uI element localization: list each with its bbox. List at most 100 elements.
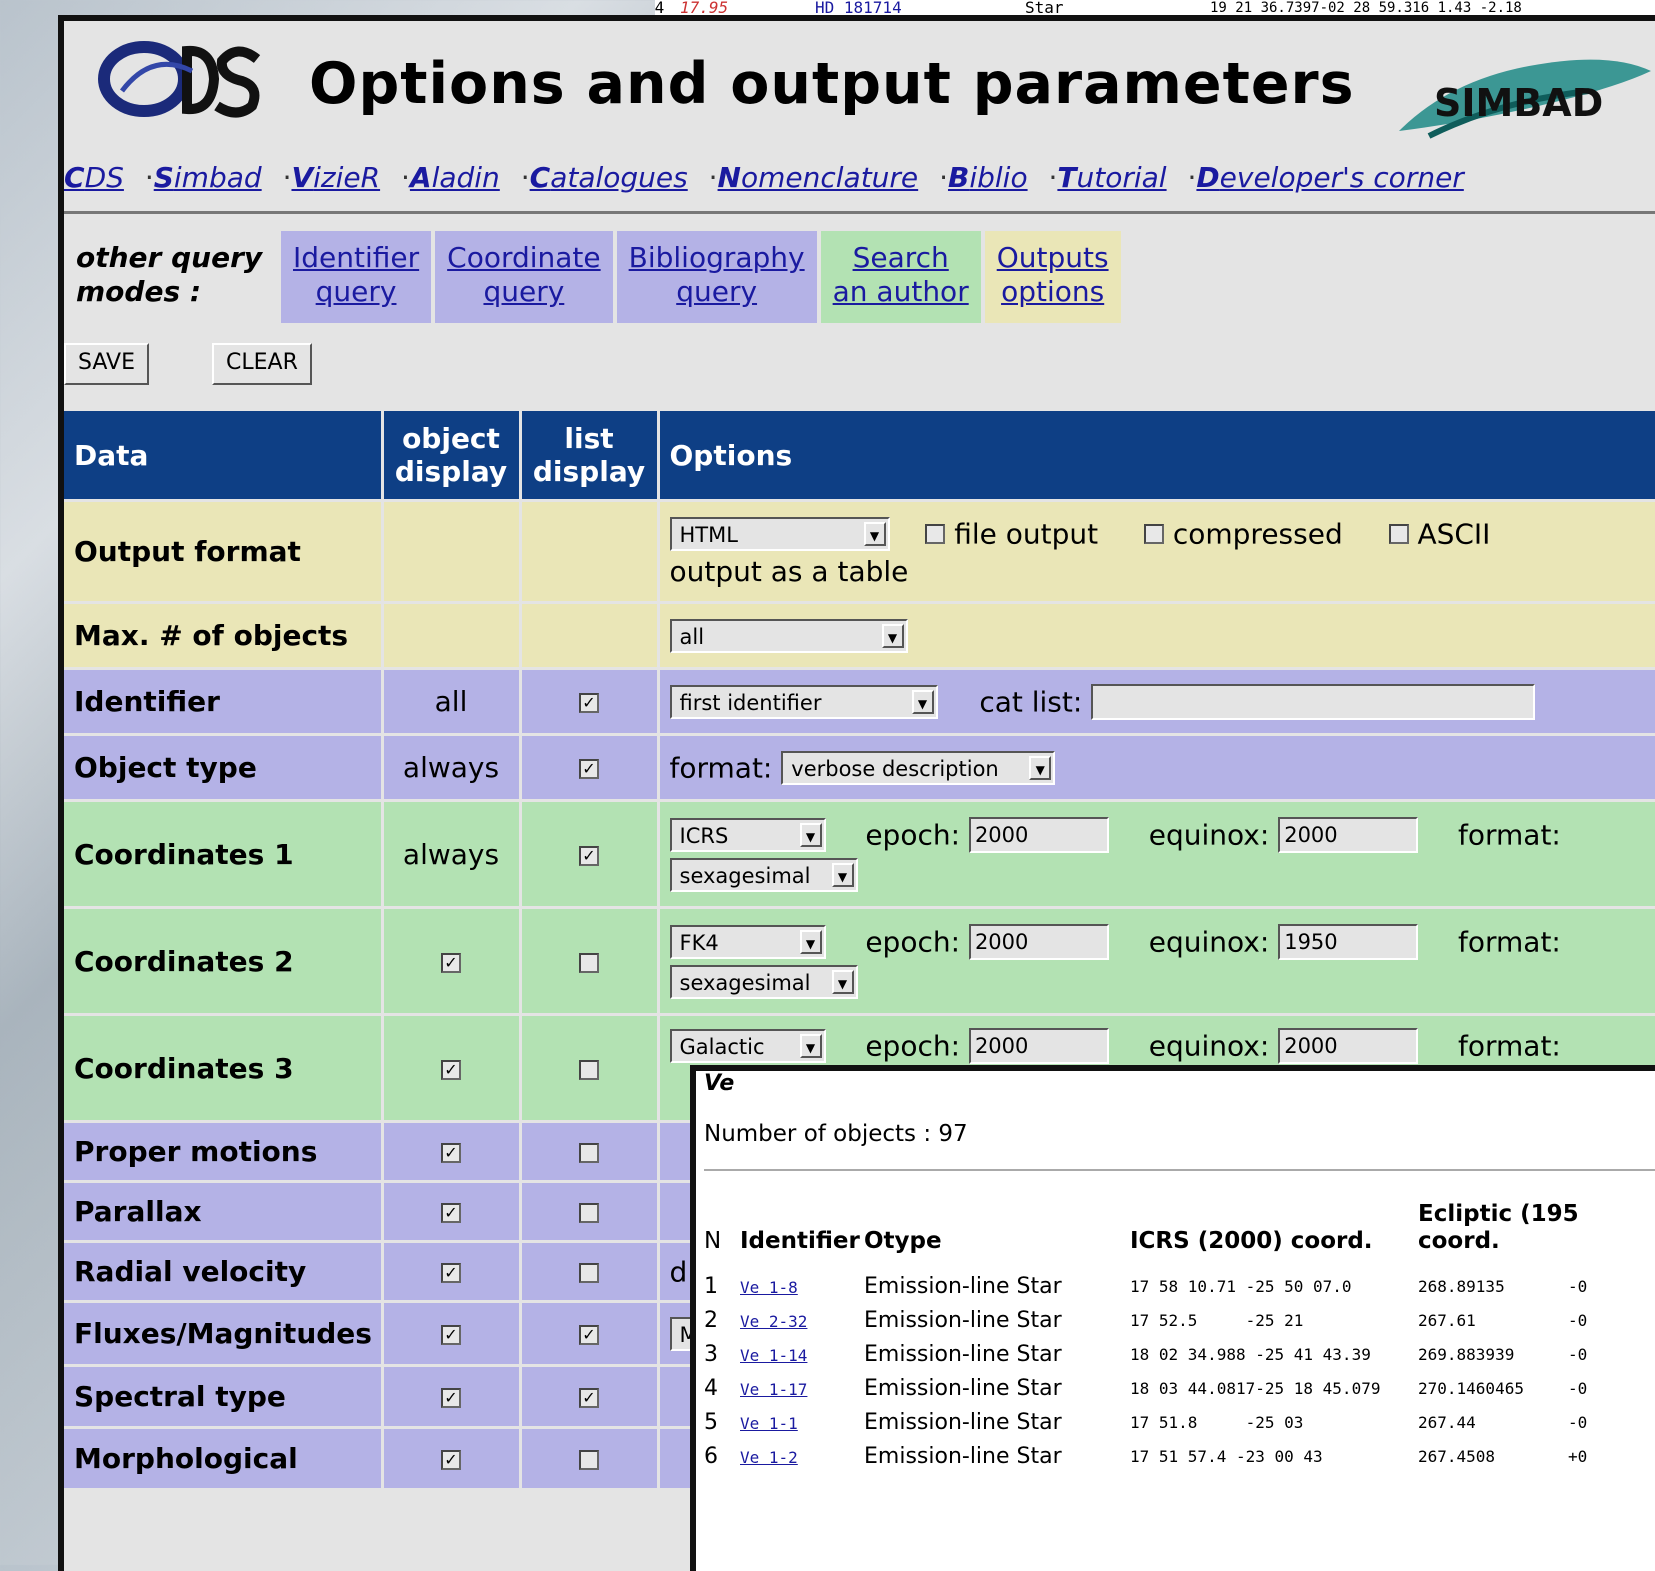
object-type-list-checkbox[interactable]: ✓ xyxy=(579,759,599,779)
simbad-logo: SIMBAD xyxy=(1399,59,1651,139)
row-max-objects: Max. # of objects all ▼ xyxy=(64,602,1655,670)
sptype-object-checkbox[interactable]: ✓ xyxy=(441,1388,461,1408)
table-row: 6 Ve 1-2 Emission-line Star 17 51 57.4 -23 … xyxy=(704,1443,1588,1469)
result-table: N Identifier Otype ICRS (2000) coord. Ec… xyxy=(704,1199,1608,1473)
chevron-down-icon: ▼ xyxy=(831,969,854,994)
coords2-object-checkbox[interactable]: ✓ xyxy=(441,952,461,973)
row-coordinates-2: Coordinates 2 ✓ FK4 ▼ epoch: 2000 equinox… xyxy=(64,907,1655,1016)
row-output-format: Output format HTML ▼ file output compress… xyxy=(64,500,1655,604)
sptype-list-checkbox[interactable]: ✓ xyxy=(579,1388,599,1408)
save-button[interactable]: SAVE xyxy=(64,343,149,385)
simbad-logo-text: SIMBAD xyxy=(1434,81,1603,125)
nav-link-nomenclature[interactable]: Nomenclature xyxy=(718,161,919,194)
coords1-format-select[interactable]: sexagesimal ▼ xyxy=(669,857,858,892)
chevron-down-icon: ▼ xyxy=(799,1034,822,1058)
fluxes-list-checkbox[interactable]: ✓ xyxy=(579,1325,599,1345)
parallax-list-checkbox[interactable] xyxy=(579,1203,599,1223)
coords1-equinox-input[interactable]: 2000 xyxy=(1278,816,1419,853)
nav-link-developers-corner[interactable]: Developer's corner xyxy=(1196,161,1463,194)
coords2-epoch-input[interactable]: 2000 xyxy=(968,923,1109,960)
identifier-select[interactable]: first identifier ▼ xyxy=(669,684,938,719)
row-identifier: Identifier all ✓ first identifier ▼ cat l… xyxy=(64,668,1655,736)
query-result-window: Ve Number of objects : 97 N Identifier O… xyxy=(690,1065,1655,1571)
bg-row-coords: 19 21 36.7397-02 28 59.316 1.43 -2.18 xyxy=(1210,0,1522,16)
tab-coordinate-query[interactable]: Coordinate query xyxy=(435,231,613,323)
coords1-frame-select[interactable]: ICRS ▼ xyxy=(669,817,826,852)
nav-link-vizier[interactable]: VizieR xyxy=(291,161,380,194)
rv-object-checkbox[interactable]: ✓ xyxy=(441,1263,461,1283)
chevron-down-icon: ▼ xyxy=(1029,756,1052,780)
table-row: 4 Ve 1-17 Emission-line Star 18 03 44.0817-… xyxy=(704,1375,1588,1401)
nav-links: CDS ·Simbad ·VizieR ·Aladin ·Catalogues … xyxy=(64,161,1464,194)
morph-list-checkbox[interactable] xyxy=(579,1450,599,1470)
nav-link-simbad[interactable]: Simbad xyxy=(154,161,262,194)
tab-outputs-options[interactable]: Outputs options xyxy=(984,231,1121,323)
nav-link-biblio[interactable]: Biblio xyxy=(948,161,1028,194)
chevron-down-icon: ▼ xyxy=(831,862,854,887)
chevron-down-icon: ▼ xyxy=(911,689,934,714)
max-objects-select[interactable]: all ▼ xyxy=(669,619,908,653)
output-format-select[interactable]: HTML ▼ xyxy=(669,516,890,551)
tab-bibliography-query[interactable]: Bibliography query xyxy=(616,231,817,323)
object-link[interactable]: Ve 1-2 xyxy=(740,1448,798,1467)
coords2-format-select[interactable]: sexagesimal ▼ xyxy=(669,964,858,999)
header-options: Options xyxy=(658,411,1655,502)
coords3-frame-select[interactable]: Galactic ▼ xyxy=(669,1029,826,1063)
query-modes: other query modes : Identifier query Coord… xyxy=(68,231,1125,323)
cat-list-input[interactable] xyxy=(1091,683,1536,720)
chevron-down-icon: ▼ xyxy=(881,624,904,648)
fluxes-object-checkbox[interactable]: ✓ xyxy=(441,1325,461,1345)
object-link[interactable]: Ve 2-32 xyxy=(740,1312,807,1331)
nav-link-cds[interactable]: CDS xyxy=(64,161,124,194)
result-header-row: N Identifier Otype ICRS (2000) coord. Ec… xyxy=(704,1201,1579,1254)
result-title: Ve xyxy=(704,1071,735,1096)
object-link[interactable]: Ve 1-17 xyxy=(740,1380,807,1399)
chevron-down-icon: ▼ xyxy=(799,822,822,847)
row-coordinates-1: Coordinates 1 always ✓ ICRS ▼ epoch: 2000… xyxy=(64,800,1655,909)
table-row: 3 Ve 1-14 Emission-line Star 18 02 34.988 -… xyxy=(704,1341,1588,1367)
coords3-list-checkbox[interactable] xyxy=(579,1059,599,1080)
parallax-object-checkbox[interactable]: ✓ xyxy=(441,1203,461,1223)
page-header: Options and output parameters SIMBAD xyxy=(64,21,1655,161)
object-link[interactable]: Ve 1-8 xyxy=(740,1278,798,1297)
coords3-equinox-input[interactable]: 2000 xyxy=(1278,1028,1419,1064)
nav-link-tutorial[interactable]: Tutorial xyxy=(1057,161,1166,194)
table-header-row: Data object display list display Options xyxy=(64,411,1655,502)
header-object-display: object display xyxy=(382,411,522,502)
table-row: 2 Ve 2-32 Emission-line Star 17 52.5 -25 21… xyxy=(704,1307,1588,1333)
tab-search-author[interactable]: Search an author xyxy=(820,231,981,323)
coords1-list-checkbox[interactable]: ✓ xyxy=(579,845,599,866)
pm-list-checkbox[interactable] xyxy=(579,1143,599,1163)
tab-identifier-query[interactable]: Identifier query xyxy=(281,231,432,323)
compressed-checkbox[interactable] xyxy=(1143,523,1164,544)
morph-object-checkbox[interactable]: ✓ xyxy=(441,1450,461,1470)
coords3-epoch-input[interactable]: 2000 xyxy=(968,1028,1109,1064)
object-type-format-select[interactable]: verbose description ▼ xyxy=(781,751,1056,785)
divider xyxy=(704,1169,1655,1171)
table-row: 5 Ve 1-1 Emission-line Star 17 51.8 -25 03 2… xyxy=(704,1409,1588,1435)
nav-link-aladin[interactable]: Aladin xyxy=(410,161,500,194)
coords3-object-checkbox[interactable]: ✓ xyxy=(441,1059,461,1080)
query-modes-label: other query modes : xyxy=(76,241,263,308)
header-data: Data xyxy=(64,411,384,502)
ascii-checkbox[interactable] xyxy=(1388,523,1409,544)
coords1-epoch-input[interactable]: 2000 xyxy=(968,816,1109,853)
object-link[interactable]: Ve 1-14 xyxy=(740,1346,807,1365)
rv-list-checkbox[interactable] xyxy=(579,1263,599,1283)
pm-object-checkbox[interactable]: ✓ xyxy=(441,1143,461,1163)
coords2-equinox-input[interactable]: 1950 xyxy=(1278,923,1419,960)
file-output-checkbox[interactable] xyxy=(925,523,946,544)
nav-link-catalogues[interactable]: Catalogues xyxy=(530,161,688,194)
coords2-frame-select[interactable]: FK4 ▼ xyxy=(669,924,826,959)
chevron-down-icon: ▼ xyxy=(799,929,822,954)
result-count: Number of objects : 97 xyxy=(704,1121,968,1147)
clear-button[interactable]: CLEAR xyxy=(212,343,312,385)
row-label: Output format xyxy=(64,500,384,604)
table-row: 1 Ve 1-8 Emission-line Star 17 58 10.71 -25… xyxy=(704,1273,1588,1299)
output-format-note: output as a table xyxy=(669,554,909,588)
coords2-list-checkbox[interactable] xyxy=(579,952,599,973)
object-link[interactable]: Ve 1-1 xyxy=(740,1414,798,1433)
header-list-display: list display xyxy=(520,411,660,502)
chevron-down-icon: ▼ xyxy=(863,521,886,546)
identifier-list-checkbox[interactable]: ✓ xyxy=(579,693,599,713)
